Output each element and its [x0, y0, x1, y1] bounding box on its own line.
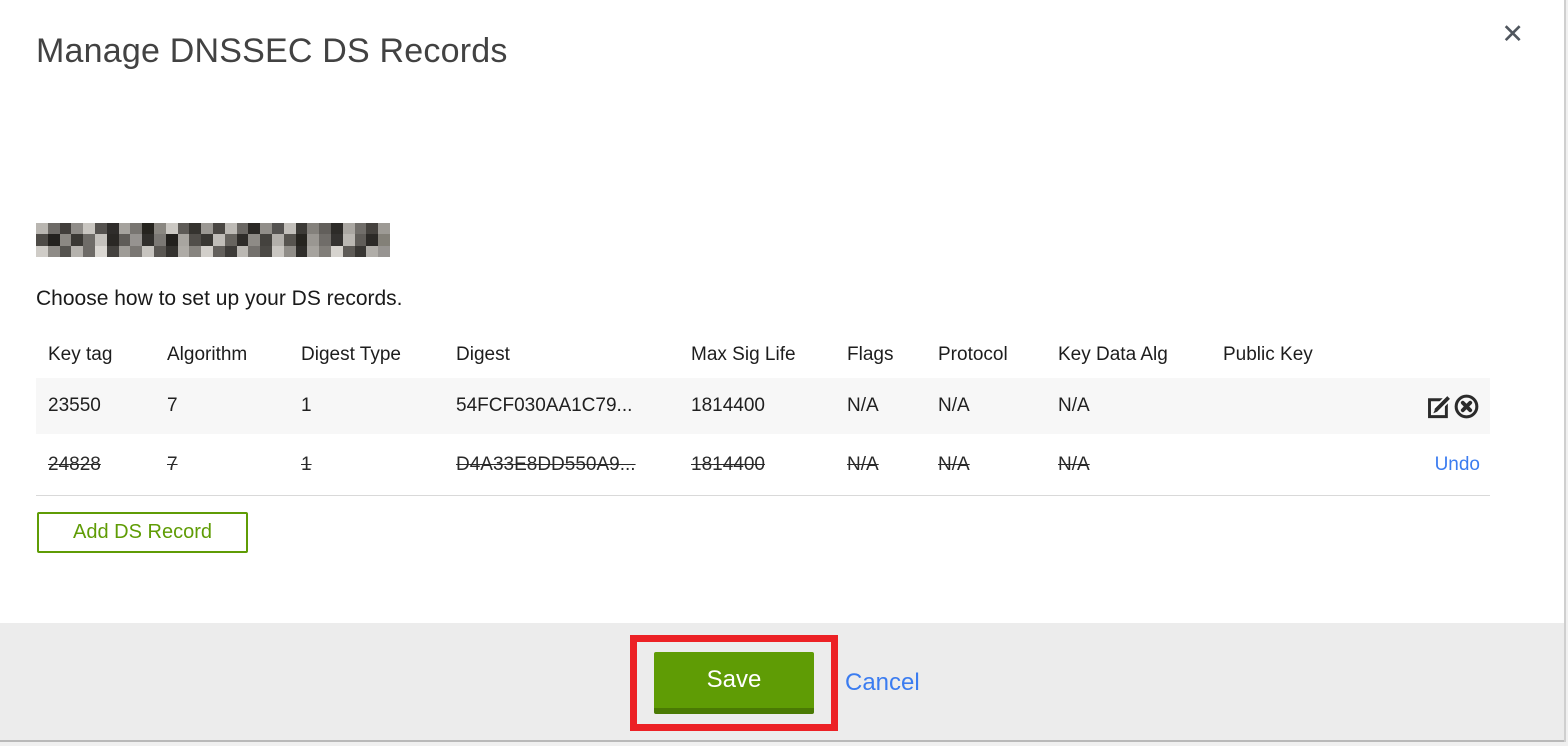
delete-record-icon[interactable] — [1453, 393, 1480, 420]
cell-flags: N/A — [847, 453, 879, 475]
modal-footer: Save Cancel — [0, 623, 1564, 742]
col-header-digest: Digest — [456, 344, 510, 365]
col-header-key-data-alg: Key Data Alg — [1058, 344, 1168, 365]
table-row: 23550 7 1 54FCF030AA1C79... 1814400 N/A … — [36, 378, 1490, 434]
close-icon[interactable]: ✕ — [1501, 20, 1524, 48]
redacted-domain — [36, 223, 390, 257]
row-actions — [1412, 393, 1490, 420]
cell-digest-type: 1 — [301, 453, 312, 475]
annotation-highlight-box: Save — [630, 635, 838, 731]
cell-algorithm: 7 — [167, 395, 178, 416]
cell-flags: N/A — [847, 395, 879, 416]
row-actions: Undo — [1412, 454, 1490, 476]
col-header-public-key: Public Key — [1223, 344, 1313, 365]
cell-key-tag: 24828 — [48, 453, 101, 475]
col-header-flags: Flags — [847, 344, 894, 365]
table-header-row: Key tag Algorithm Digest Type Digest Max… — [36, 332, 1490, 378]
edit-record-icon[interactable] — [1425, 393, 1452, 420]
table-row-deleted: 24828 7 1 D4A33E8DD550A9... 1814400 N/A … — [36, 434, 1490, 496]
page-title: Manage DNSSEC DS Records — [36, 32, 508, 70]
col-header-max-sig-life: Max Sig Life — [691, 344, 796, 365]
cell-key-data-alg: N/A — [1058, 395, 1090, 416]
cell-protocol: N/A — [938, 395, 970, 416]
col-header-key-tag: Key tag — [48, 344, 113, 365]
col-header-algorithm: Algorithm — [167, 344, 248, 365]
dnssec-modal: Manage DNSSEC DS Records ✕ Choose how to… — [0, 0, 1566, 742]
cell-key-tag: 23550 — [48, 395, 101, 416]
cell-max-sig-life: 1814400 — [691, 453, 765, 475]
instruction-text: Choose how to set up your DS records. — [36, 287, 403, 310]
modal-header: Manage DNSSEC DS Records ✕ — [0, 0, 1564, 74]
cell-max-sig-life: 1814400 — [691, 395, 765, 416]
ds-records-table: Key tag Algorithm Digest Type Digest Max… — [36, 332, 1490, 496]
col-header-protocol: Protocol — [938, 344, 1008, 365]
col-header-digest-type: Digest Type — [301, 344, 401, 365]
cell-protocol: N/A — [938, 453, 970, 475]
save-button[interactable]: Save — [654, 652, 814, 714]
cell-digest: 54FCF030AA1C79... — [456, 395, 633, 416]
cancel-link[interactable]: Cancel — [845, 667, 920, 698]
cell-digest-type: 1 — [301, 395, 312, 416]
cell-algorithm: 7 — [167, 453, 178, 475]
add-ds-record-button[interactable]: Add DS Record — [37, 512, 248, 553]
cell-digest: D4A33E8DD550A9... — [456, 453, 636, 475]
undo-link[interactable]: Undo — [1435, 454, 1480, 475]
cell-key-data-alg: N/A — [1058, 453, 1090, 475]
